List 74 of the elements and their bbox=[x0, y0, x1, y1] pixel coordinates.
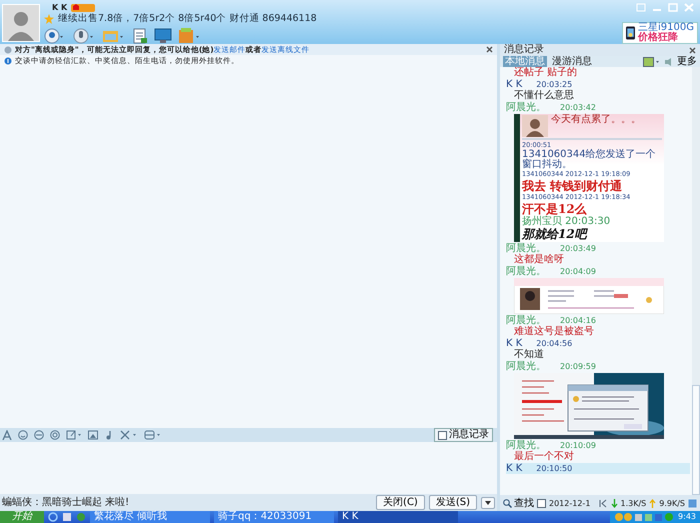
microphone-icon[interactable] bbox=[72, 28, 96, 44]
browser-icon[interactable] bbox=[48, 512, 58, 522]
info-icon bbox=[4, 46, 12, 54]
calendar-icon[interactable] bbox=[537, 498, 546, 508]
caret-icon bbox=[485, 500, 491, 504]
contact-name: K K bbox=[52, 2, 68, 12]
date-text: 2012-12-1 bbox=[549, 498, 590, 508]
history-button[interactable]: 消息记录 bbox=[434, 428, 493, 442]
ad-slogan: 价格狂降 bbox=[638, 33, 680, 43]
message-header: 阿晨光。 20:03:49 bbox=[506, 243, 597, 254]
screenshot-line: 我去 转钱到财付通 bbox=[522, 179, 624, 193]
image-icon[interactable] bbox=[88, 430, 98, 440]
status-text: 今天有点累了。。。 bbox=[551, 115, 641, 125]
upload-speed: 9.9K/S bbox=[659, 498, 685, 508]
info-icon bbox=[4, 56, 12, 64]
star-icon bbox=[44, 14, 54, 24]
monitor-icon[interactable] bbox=[154, 28, 172, 44]
close-icon[interactable] bbox=[486, 46, 493, 53]
scissors-icon[interactable] bbox=[120, 430, 138, 440]
screenshot-drawing[interactable] bbox=[514, 278, 664, 314]
face-icon[interactable] bbox=[34, 430, 44, 440]
close-button[interactable]: 关闭(C) bbox=[376, 495, 425, 510]
avatar-icon bbox=[522, 115, 548, 137]
send-options-button[interactable] bbox=[481, 496, 495, 508]
message-header: 阿晨光。 20:03:42 bbox=[506, 102, 597, 113]
message-header: K K 20:04:56 bbox=[506, 338, 574, 349]
search-button[interactable]: 查找 bbox=[503, 498, 534, 508]
message-header: 阿晨光。 20:04:16 bbox=[506, 315, 597, 326]
ad-banner[interactable]: 三星i9100G 价格狂降 bbox=[622, 22, 698, 44]
message-header: 阿晨光。 20:10:09 bbox=[506, 440, 597, 451]
avatar-icon[interactable] bbox=[2, 4, 40, 42]
smiley-icon[interactable] bbox=[18, 430, 28, 440]
search-icon bbox=[503, 498, 512, 508]
scrollbar[interactable] bbox=[692, 67, 700, 495]
edit-icon[interactable] bbox=[66, 430, 82, 440]
message-text: 不懂什么意思 bbox=[513, 90, 575, 102]
taskbar-button[interactable]: K K bbox=[338, 511, 458, 523]
more-button[interactable]: 更多 bbox=[677, 56, 697, 67]
clock: 9:43 bbox=[678, 511, 696, 523]
screenshot-line: 1341060344给您发送了一个窗口抖动。 bbox=[522, 150, 657, 170]
font-icon[interactable] bbox=[2, 430, 12, 440]
document-icon[interactable] bbox=[132, 28, 148, 44]
ad-title: 三星i9100G bbox=[638, 23, 694, 33]
screenshot-line: 那就给12吧 bbox=[522, 227, 589, 241]
panel-title: 消息记录 bbox=[504, 44, 544, 56]
vip-icon bbox=[71, 3, 96, 12]
taskbar-button[interactable]: 繁花落尽 倾听我 bbox=[90, 511, 210, 523]
message-header: K K 20:10:50 bbox=[506, 463, 690, 474]
message-text: 最后一个不对 bbox=[513, 451, 575, 463]
message-text: 这都是啥呀 bbox=[513, 254, 565, 266]
message-header: 阿晨光。 20:09:59 bbox=[506, 361, 597, 372]
message-text: 难道这号是被盗号 bbox=[513, 326, 595, 338]
globe-icon[interactable] bbox=[76, 512, 86, 522]
screenshot-line: 扬州宝贝 20:03:30 bbox=[522, 216, 612, 227]
message-input[interactable] bbox=[0, 442, 497, 494]
ad-text[interactable]: 蝙蝠侠：黑暗骑士崛起 来啦! bbox=[2, 496, 130, 508]
screenshot-line: 汗不是12么 bbox=[522, 202, 588, 216]
send-button[interactable]: 发送(S) bbox=[428, 495, 477, 510]
message-header: K K 20:03:25 bbox=[506, 79, 574, 90]
message-text: 还帖子 贴子的 bbox=[513, 67, 578, 79]
webcam-icon[interactable] bbox=[44, 28, 66, 44]
close-icon[interactable] bbox=[689, 46, 696, 54]
start-button[interactable]: 开始 bbox=[0, 511, 44, 523]
upload-icon bbox=[649, 498, 656, 508]
image-icon[interactable] bbox=[643, 56, 661, 66]
tray-icons-drawing[interactable] bbox=[614, 512, 674, 522]
download-speed: 1.3K/S bbox=[620, 498, 646, 508]
message-text: 不知道 bbox=[513, 349, 545, 360]
message-header: 阿晨光。 20:04:09 bbox=[506, 266, 597, 277]
download-icon bbox=[610, 498, 618, 508]
history-tab[interactable]: 漫游消息 bbox=[550, 56, 594, 67]
contact-status: 继续出售7.8倍，7倍5r2个 8倍5r40个 财付通 869446118 bbox=[58, 13, 317, 25]
taskbar-button[interactable]: 骑子qq：42033091 bbox=[214, 511, 334, 523]
first-page-icon[interactable] bbox=[598, 498, 608, 508]
